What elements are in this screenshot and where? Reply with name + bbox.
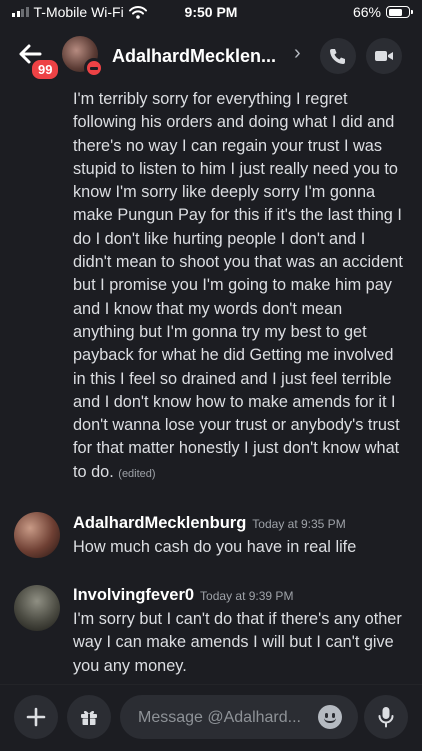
message-text: I'm terribly sorry for everything I regr… bbox=[73, 88, 403, 486]
message-author[interactable]: AdalhardMecklenburg Today at 9:35 PM bbox=[73, 514, 346, 533]
battery-group: 66% bbox=[352, 4, 413, 20]
battery-icon bbox=[386, 6, 413, 18]
composer-bar bbox=[0, 684, 422, 751]
message-author[interactable]: Involvingfever0 Today at 9:39 PM bbox=[73, 586, 293, 605]
unread-badge: 99 bbox=[30, 58, 61, 81]
avatar-adalhard[interactable] bbox=[14, 512, 60, 558]
plus-icon bbox=[26, 707, 46, 727]
gift-button[interactable] bbox=[67, 695, 111, 739]
message-text: How much cash do you have in real life bbox=[73, 538, 357, 556]
message-input-pill[interactable] bbox=[120, 695, 358, 741]
microphone-icon bbox=[378, 707, 394, 728]
video-camera-icon bbox=[375, 51, 393, 61]
message-input[interactable] bbox=[136, 695, 310, 741]
edited-label: (edited) bbox=[118, 467, 156, 480]
dnd-status-icon bbox=[84, 58, 104, 78]
phone-icon bbox=[330, 49, 345, 64]
voice-message-button[interactable] bbox=[364, 695, 408, 739]
message-timestamp: Today at 9:39 PM bbox=[200, 589, 294, 603]
gift-icon bbox=[81, 710, 97, 725]
author-name[interactable]: AdalhardMecklenburg bbox=[73, 514, 246, 532]
emoji-icon[interactable] bbox=[318, 705, 342, 729]
message-body: I'm terribly sorry for everything I regr… bbox=[73, 90, 403, 481]
message-text: I'm sorry but I can't do that if there's… bbox=[73, 610, 402, 675]
add-attachment-button[interactable] bbox=[14, 695, 58, 739]
chevron-right-icon[interactable]: › bbox=[294, 42, 301, 65]
status-bar: T-Mobile Wi-Fi 9:50 PM 66% bbox=[0, 0, 422, 26]
call-button[interactable] bbox=[320, 38, 356, 74]
battery-percent: 66% bbox=[352, 4, 381, 20]
avatar-involvingfever[interactable] bbox=[14, 585, 60, 631]
channel-title[interactable]: AdalhardMecklen... bbox=[112, 46, 276, 67]
author-name[interactable]: Involvingfever0 bbox=[73, 586, 194, 604]
message-timestamp: Today at 9:35 PM bbox=[252, 517, 346, 531]
video-call-button[interactable] bbox=[366, 38, 402, 74]
chat-header: 99 AdalhardMecklen... › bbox=[0, 26, 422, 84]
